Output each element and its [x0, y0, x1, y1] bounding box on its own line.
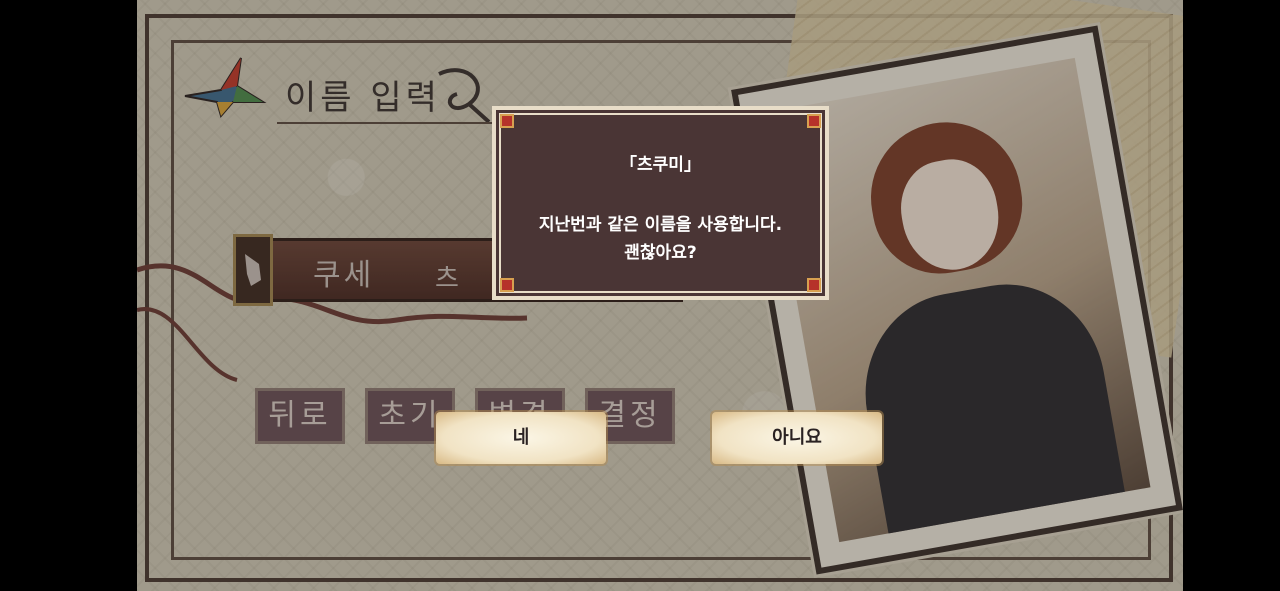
dialog-question: 괜찮아요? [624, 243, 697, 263]
corner-ornament [500, 114, 514, 128]
confirm-dialog: 「츠쿠미」 지난번과 같은 이름을 사용합니다. 괜찮아요? [492, 106, 829, 300]
no-button[interactable]: 아니요 [712, 412, 882, 464]
yes-button[interactable]: 네 [436, 412, 606, 464]
corner-ornament [500, 278, 514, 292]
dialog-message: 지난번과 같은 이름을 사용합니다. [538, 215, 783, 235]
dialog-character-name: 「츠쿠미」 [620, 155, 701, 175]
corner-ornament [807, 114, 821, 128]
corner-ornament [807, 278, 821, 292]
